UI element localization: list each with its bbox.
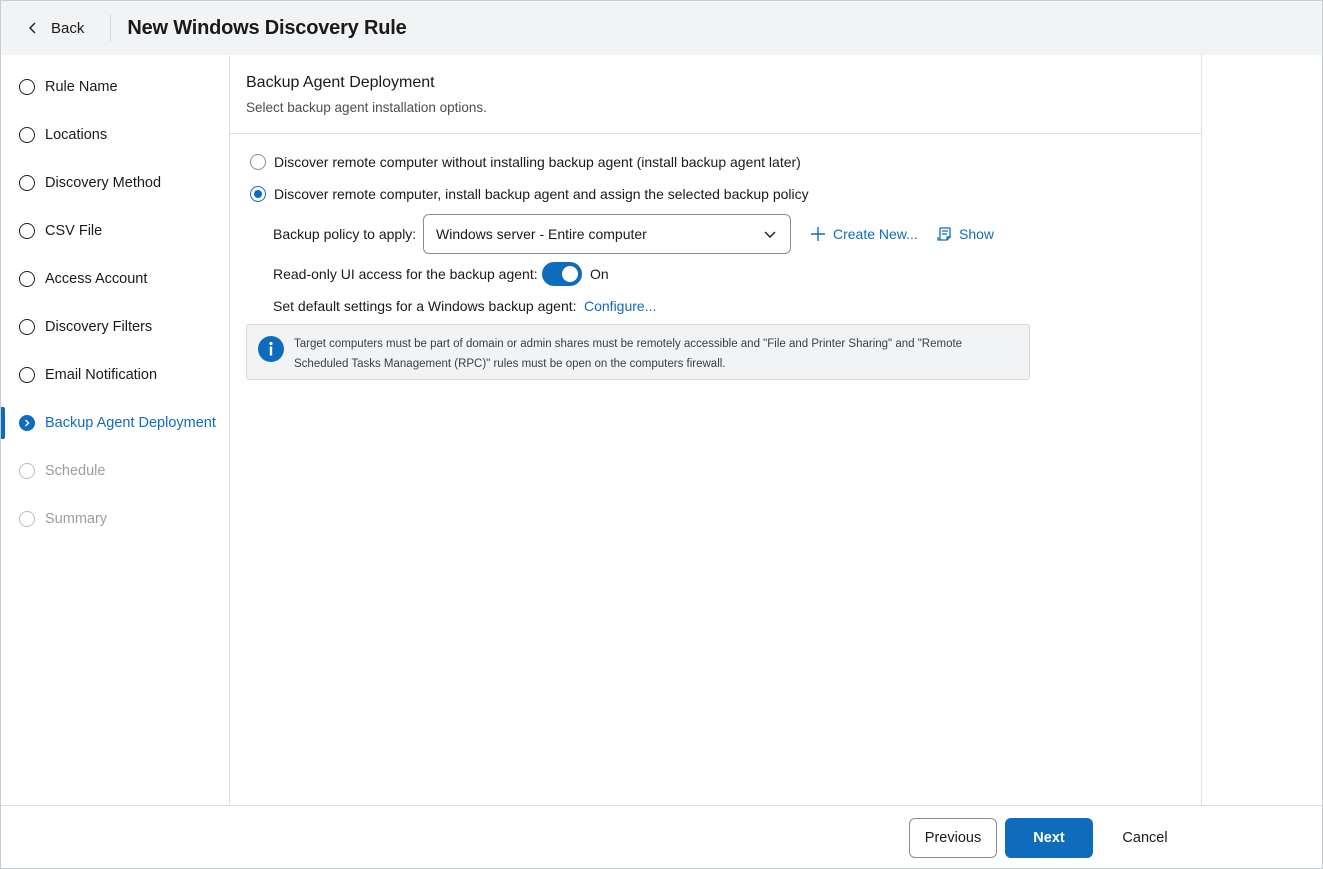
step-email-notification[interactable]: Email Notification: [1, 357, 229, 393]
chevron-down-icon: [764, 231, 776, 238]
back-button[interactable]: Back: [19, 10, 90, 46]
info-icon: [258, 336, 284, 362]
section-subtitle: Select backup agent installation options…: [246, 100, 487, 115]
readonly-toggle[interactable]: [542, 262, 582, 286]
step-summary: Summary: [1, 501, 229, 537]
step-label: Locations: [45, 127, 108, 143]
step-circle-icon: [19, 463, 35, 479]
step-label: Backup Agent Deployment: [45, 415, 216, 431]
step-label: Summary: [45, 511, 108, 527]
step-label: Discovery Method: [45, 175, 162, 191]
show-button[interactable]: Show: [935, 225, 994, 243]
toggle-state-label: On: [590, 266, 609, 282]
header-divider: [110, 15, 112, 41]
step-label: Schedule: [45, 463, 106, 479]
step-circle-icon: [19, 79, 35, 95]
header-bar: Back New Windows Discovery Rule: [1, 1, 1322, 55]
info-callout: Target computers must be part of domain …: [246, 324, 1030, 380]
show-label: Show: [959, 226, 995, 242]
step-locations[interactable]: Locations: [1, 117, 229, 153]
step-circle-icon: [19, 367, 35, 383]
content-panel: Backup Agent Deployment Select backup ag…: [230, 55, 1202, 805]
step-backup-agent-deployment[interactable]: Backup Agent Deployment: [1, 405, 229, 441]
previous-button[interactable]: Previous: [909, 818, 997, 858]
info-text: Target computers must be part of domain …: [294, 338, 963, 370]
configure-link[interactable]: Configure...: [584, 298, 656, 314]
policy-label: Backup policy to apply:: [273, 226, 417, 242]
defaults-label: Set default settings for a Windows backu…: [273, 298, 577, 314]
step-label: CSV File: [45, 223, 103, 239]
step-schedule: Schedule: [1, 453, 229, 489]
step-circle-icon: [19, 511, 35, 527]
step-discovery-filters[interactable]: Discovery Filters: [1, 309, 229, 345]
step-label: Email Notification: [45, 367, 158, 383]
policy-select-value: Windows server - Entire computer: [436, 226, 647, 242]
create-new-button[interactable]: Create New...: [809, 225, 918, 243]
radio-label: Discover remote computer without install…: [274, 154, 801, 170]
section-header: Backup Agent Deployment Select backup ag…: [230, 55, 1201, 134]
page-title: New Windows Discovery Rule: [127, 16, 407, 39]
option-discover-install[interactable]: Discover remote computer, install backup…: [250, 183, 809, 205]
step-label: Discovery Filters: [45, 319, 153, 335]
cancel-button[interactable]: Cancel: [1101, 818, 1189, 858]
radio-checked[interactable]: [250, 186, 266, 202]
step-access-account[interactable]: Access Account: [1, 261, 229, 297]
radio-label: Discover remote computer, install backup…: [274, 186, 809, 202]
chevron-right-circle-icon: [19, 415, 35, 431]
option-discover-only[interactable]: Discover remote computer without install…: [250, 151, 801, 173]
document-show-icon: [937, 227, 952, 241]
step-circle-icon: [19, 127, 35, 143]
step-rule-name[interactable]: Rule Name: [1, 69, 229, 105]
next-button[interactable]: Next: [1005, 818, 1093, 858]
policy-select[interactable]: Windows server - Entire computer: [423, 214, 791, 254]
step-discovery-method[interactable]: Discovery Method: [1, 165, 229, 201]
plus-icon: [811, 227, 825, 241]
step-circle-icon: [19, 175, 35, 191]
footer-bar: Previous Next Cancel: [1, 805, 1322, 868]
chevron-left-icon: [29, 22, 36, 34]
step-circle-icon: [19, 319, 35, 335]
create-new-label: Create New...: [833, 226, 918, 242]
step-csv-file[interactable]: CSV File: [1, 213, 229, 249]
radio-unchecked[interactable]: [250, 154, 266, 170]
back-label: Back: [51, 19, 85, 37]
step-circle-icon: [19, 223, 35, 239]
section-title: Backup Agent Deployment: [246, 74, 435, 91]
readonly-label: Read-only UI access for the backup agent…: [273, 266, 538, 282]
step-circle-icon: [19, 271, 35, 287]
step-label: Access Account: [45, 271, 148, 287]
step-label: Rule Name: [45, 79, 118, 95]
wizard-steps-sidebar: Rule Name Locations Discovery Method CSV…: [1, 55, 230, 805]
